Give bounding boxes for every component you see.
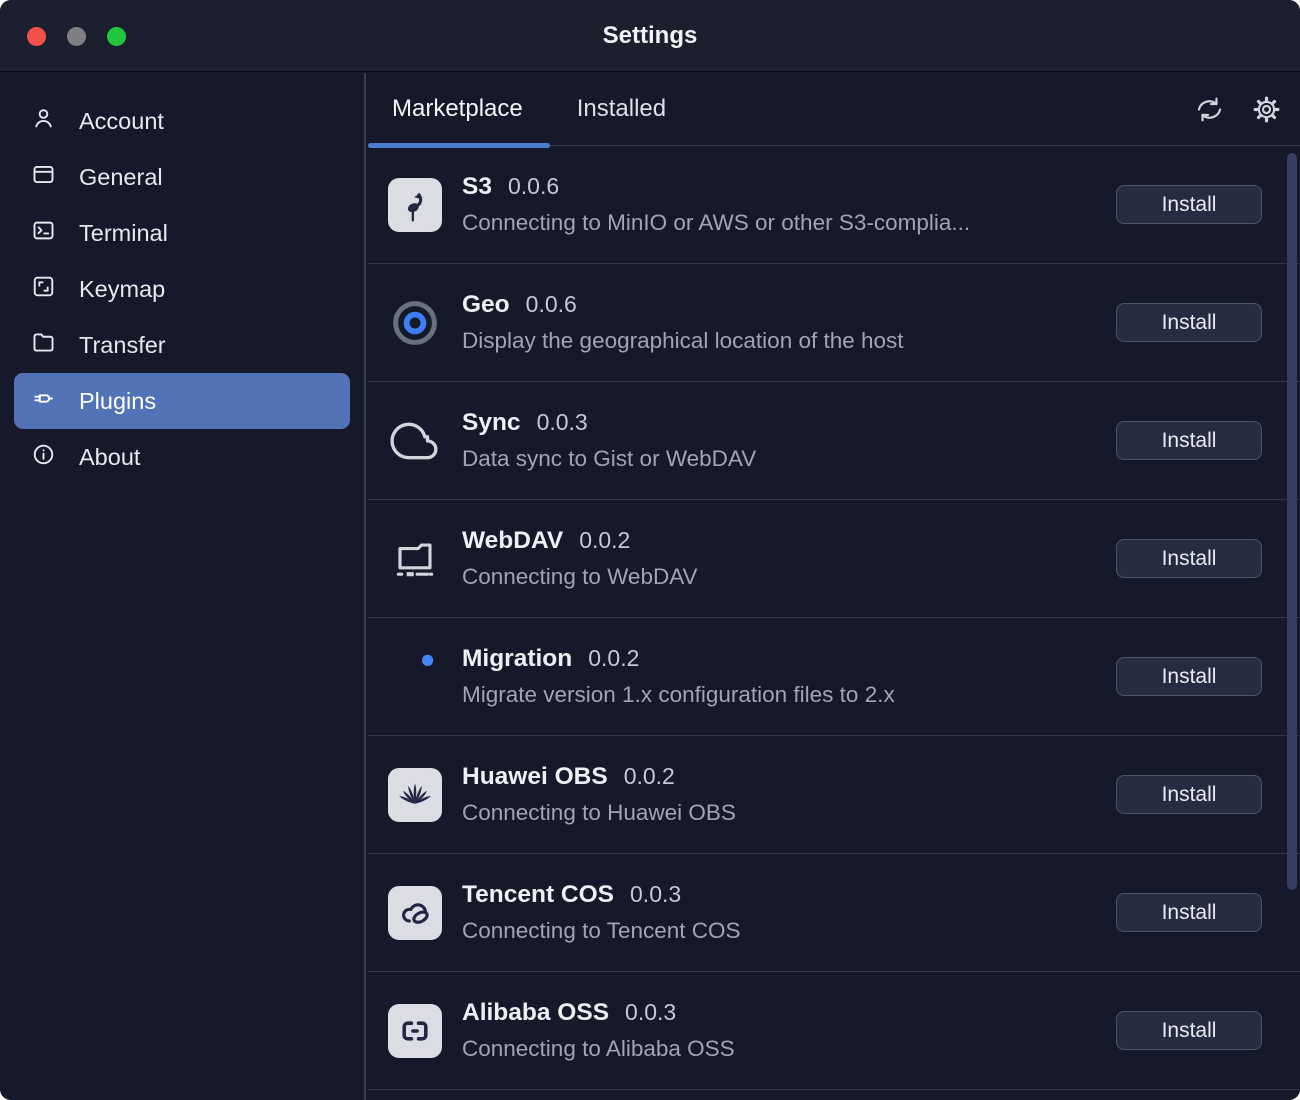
tab-label: Installed: [577, 95, 666, 123]
huawei-logo-icon: [388, 768, 442, 822]
install-button[interactable]: Install: [1116, 421, 1262, 460]
sidebar-item-plugins[interactable]: Plugins: [14, 373, 350, 429]
network-folder-icon: [388, 532, 442, 586]
plugin-version: 0.0.6: [526, 291, 577, 318]
zoom-button[interactable]: [107, 27, 126, 46]
plugin-version: 0.0.2: [624, 763, 675, 790]
plugin-name: Alibaba OSS: [462, 999, 609, 1027]
sidebar-item-label: Plugins: [79, 388, 156, 415]
tencent-cloud-icon: [388, 886, 442, 940]
plugin-row[interactable]: Migration 0.0.2 Migrate version 1.x conf…: [368, 618, 1300, 736]
sidebar-item-label: Transfer: [79, 332, 166, 359]
window-title: Settings: [603, 22, 698, 50]
user-icon: [30, 105, 57, 138]
plugin-description: Migrate version 1.x configuration files …: [462, 682, 1116, 708]
plugin-row[interactable]: WebDAV 0.0.2 Connecting to WebDAV Instal…: [368, 500, 1300, 618]
minimize-button[interactable]: [67, 27, 86, 46]
traffic-lights: [27, 27, 126, 46]
settings-window: Settings Account General Terminal Keymap…: [0, 0, 1300, 1100]
install-button[interactable]: Install: [1116, 539, 1262, 578]
sidebar-item-account[interactable]: Account: [0, 93, 364, 149]
sparkle-icon: [388, 650, 442, 704]
geo-rings-icon: [388, 296, 442, 350]
plugin-version: 0.0.6: [508, 173, 559, 200]
plugin-version: 0.0.2: [579, 527, 630, 554]
plugin-version: 0.0.3: [537, 409, 588, 436]
tab-marketplace[interactable]: Marketplace: [368, 73, 550, 145]
plugin-name: S3: [462, 173, 492, 201]
plugin-description: Display the geographical location of the…: [462, 328, 1116, 354]
plugin-description: Connecting to Huawei OBS: [462, 800, 1116, 826]
gear-icon[interactable]: [1251, 94, 1282, 125]
toolbar: [1194, 73, 1282, 145]
plugin-version: 0.0.3: [630, 881, 681, 908]
plugin-name: Migration: [462, 645, 572, 673]
sidebar-item-terminal[interactable]: Terminal: [0, 205, 364, 261]
plugin-row[interactable]: Huawei OBS 0.0.2 Connecting to Huawei OB…: [368, 736, 1300, 854]
sidebar: Account General Terminal Keymap Transfer…: [0, 73, 366, 1100]
plugin-name: WebDAV: [462, 527, 563, 555]
install-button[interactable]: Install: [1116, 657, 1262, 696]
plugin-row[interactable]: Geo 0.0.6 Display the geographical locat…: [368, 264, 1300, 382]
plugin-row[interactable]: Alibaba OSS 0.0.3 Connecting to Alibaba …: [368, 972, 1300, 1090]
tab-label: Marketplace: [392, 95, 523, 123]
plugin-description: Connecting to WebDAV: [462, 564, 1116, 590]
install-button[interactable]: Install: [1116, 303, 1262, 342]
plugin-version: 0.0.2: [588, 645, 639, 672]
close-button[interactable]: [27, 27, 46, 46]
sidebar-item-transfer[interactable]: Transfer: [0, 317, 364, 373]
refresh-icon[interactable]: [1194, 94, 1225, 125]
plugin-description: Connecting to Tencent COS: [462, 918, 1116, 944]
sidebar-item-label: Keymap: [79, 276, 165, 303]
scrollbar-thumb[interactable]: [1287, 153, 1297, 890]
sidebar-item-label: Terminal: [79, 220, 168, 247]
plugin-version: 0.0.3: [625, 999, 676, 1026]
plugin-name: Geo: [462, 291, 510, 319]
install-button[interactable]: Install: [1116, 893, 1262, 932]
info-icon: [30, 441, 57, 474]
tab-installed[interactable]: Installed: [550, 73, 693, 145]
sidebar-item-general[interactable]: General: [0, 149, 364, 205]
sidebar-item-label: General: [79, 164, 163, 191]
folder-icon: [30, 329, 57, 362]
plugin-list: S3 0.0.6 Connecting to MinIO or AWS or o…: [368, 146, 1300, 1100]
plugin-name: Tencent COS: [462, 881, 614, 909]
plug-icon: [30, 385, 57, 418]
plugin-name: Huawei OBS: [462, 763, 608, 791]
plugin-row[interactable]: Tencent COS 0.0.3 Connecting to Tencent …: [368, 854, 1300, 972]
sidebar-item-label: Account: [79, 108, 164, 135]
terminal-icon: [30, 217, 57, 250]
alibaba-cloud-icon: [388, 1004, 442, 1058]
sidebar-item-label: About: [79, 444, 140, 471]
window-icon: [30, 161, 57, 194]
sidebar-item-about[interactable]: About: [0, 429, 364, 485]
plugin-row[interactable]: Sync 0.0.3 Data sync to Gist or WebDAV I…: [368, 382, 1300, 500]
main-panel: Marketplace Installed S3 0.0.6 Connecting…: [368, 73, 1300, 1100]
plugin-description: Data sync to Gist or WebDAV: [462, 446, 1116, 472]
install-button[interactable]: Install: [1116, 1011, 1262, 1050]
keymap-icon: [30, 273, 57, 306]
install-button[interactable]: Install: [1116, 775, 1262, 814]
plugin-description: Connecting to MinIO or AWS or other S3-c…: [462, 210, 1116, 236]
minio-bird-icon: [388, 178, 442, 232]
plugin-description: Connecting to Alibaba OSS: [462, 1036, 1116, 1062]
install-button[interactable]: Install: [1116, 185, 1262, 224]
plugin-name: Sync: [462, 409, 521, 437]
tabbar: Marketplace Installed: [368, 73, 1300, 146]
cloud-icon: [388, 414, 442, 468]
plugin-row[interactable]: S3 0.0.6 Connecting to MinIO or AWS or o…: [368, 146, 1300, 264]
sidebar-item-keymap[interactable]: Keymap: [0, 261, 364, 317]
titlebar: Settings: [0, 0, 1300, 72]
